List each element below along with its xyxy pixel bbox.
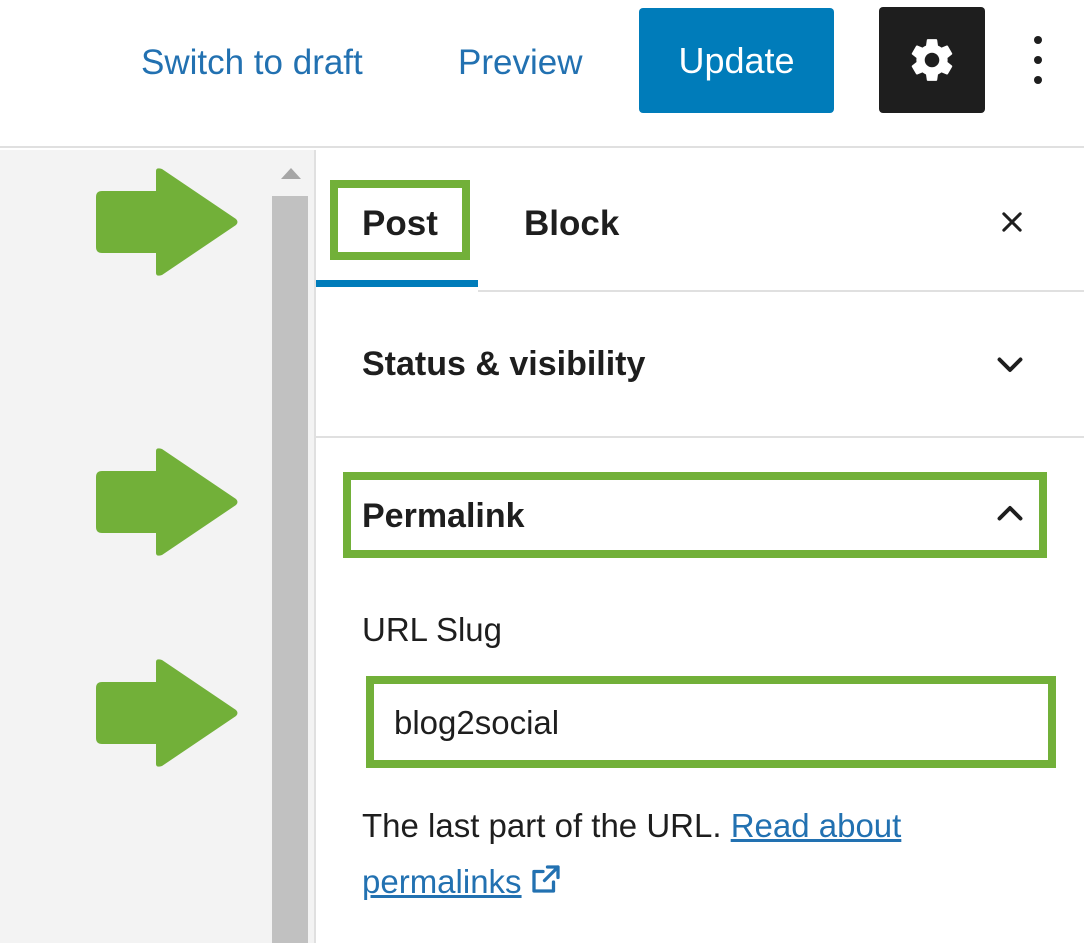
green-arrow-icon [96, 448, 238, 556]
green-arrow-icon [96, 659, 238, 767]
external-link-icon[interactable] [528, 861, 564, 897]
close-sidebar-button[interactable] [988, 198, 1036, 246]
gear-icon [911, 39, 953, 81]
switch-to-draft-button[interactable]: Switch to draft [141, 40, 363, 86]
preview-button[interactable]: Preview [458, 40, 582, 86]
tab-post[interactable]: Post [362, 202, 438, 246]
status-visibility-title: Status & visibility [362, 345, 646, 383]
more-options-button[interactable] [1018, 30, 1058, 90]
status-visibility-panel-toggle[interactable]: Status & visibility [316, 292, 1084, 438]
active-tab-indicator [316, 280, 478, 287]
tab-block[interactable]: Block [524, 202, 619, 246]
url-slug-label: URL Slug [362, 611, 503, 648]
settings-button[interactable] [879, 7, 985, 113]
scrollbar-thumb[interactable] [272, 196, 308, 943]
permalink-help-text: The last part of the URL. [362, 807, 722, 844]
close-icon [1002, 212, 1022, 232]
permalink-help: The last part of the URL. Read about per… [362, 798, 1022, 910]
green-arrow-icon [96, 168, 238, 276]
chevron-down-icon [997, 357, 1023, 372]
permalink-title: Permalink [362, 497, 525, 535]
permalink-panel-toggle[interactable]: Permalink [316, 480, 1084, 550]
editor-toolbar: Switch to draft Preview Update [0, 0, 1084, 148]
settings-sidebar: Post Block Status & visibility Permalink… [316, 150, 1084, 943]
url-slug-input[interactable] [366, 678, 1050, 768]
update-button[interactable]: Update [639, 8, 834, 113]
chevron-up-icon [997, 506, 1023, 521]
vertical-ellipsis-icon [1034, 36, 1042, 44]
scroll-up-arrow-icon[interactable] [281, 168, 301, 179]
